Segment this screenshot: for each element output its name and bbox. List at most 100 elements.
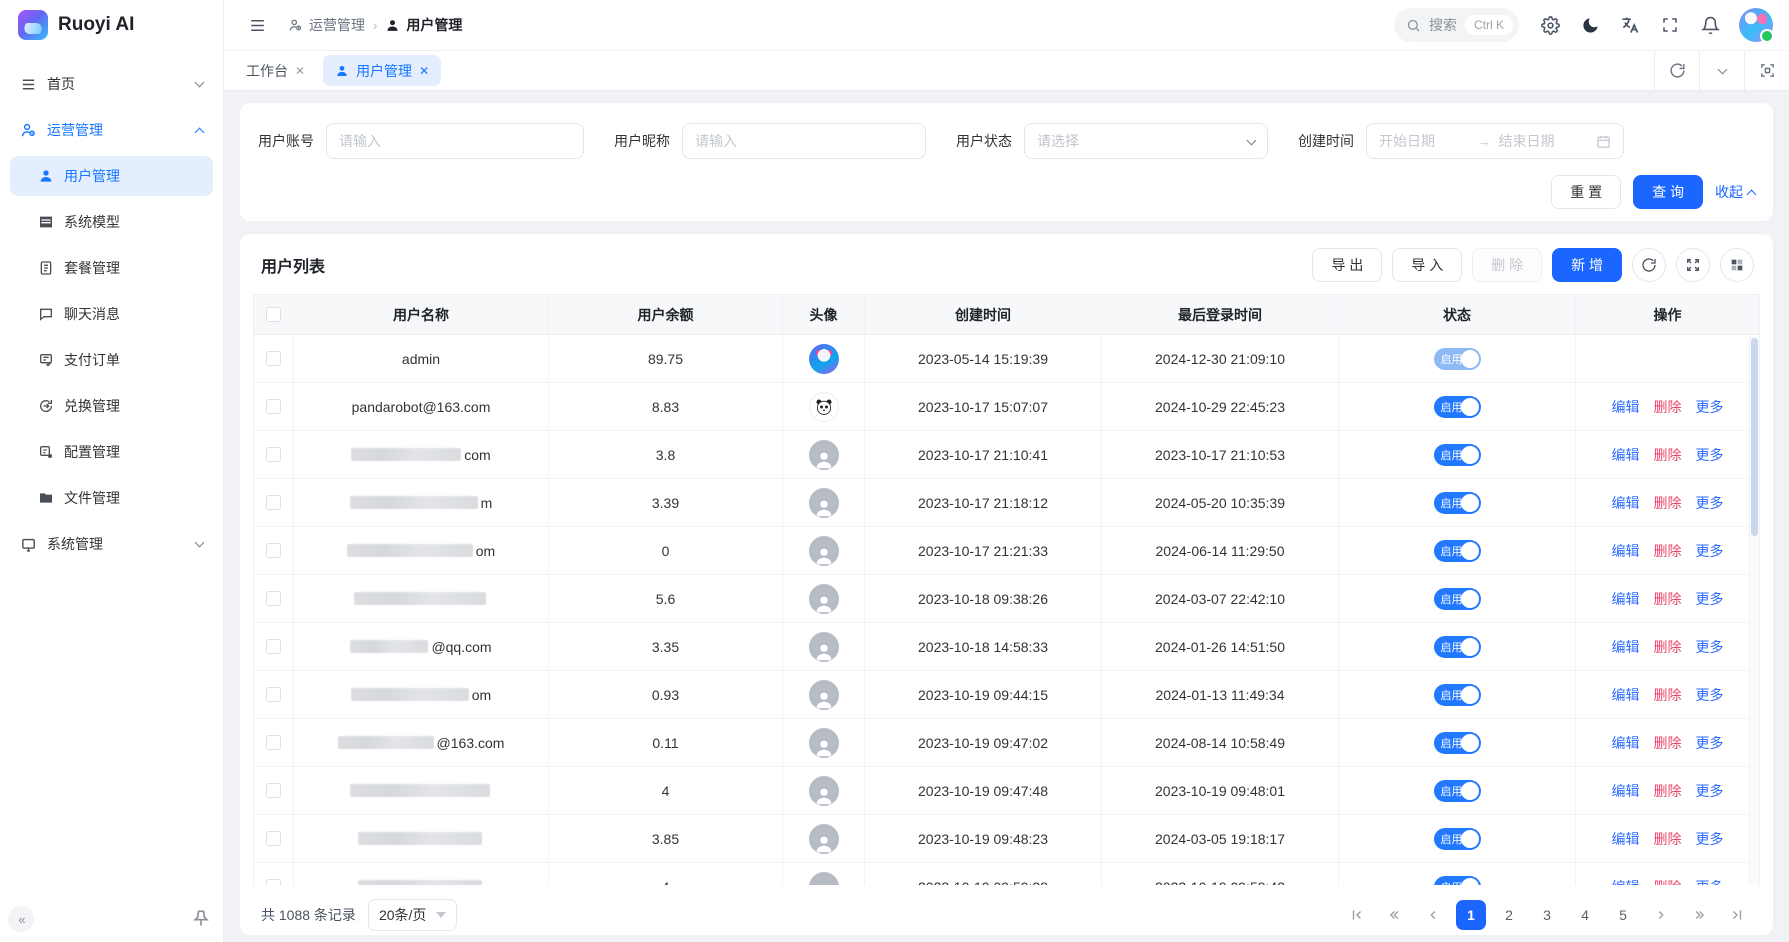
table-scrollbar[interactable] [1749, 336, 1759, 885]
more-link[interactable]: 更多 [1696, 637, 1724, 657]
delete-link[interactable]: 删除 [1654, 589, 1682, 609]
status-toggle[interactable]: 启用 [1434, 780, 1481, 802]
sidebar-subitem-3[interactable]: 聊天消息 [10, 294, 213, 334]
more-link[interactable]: 更多 [1696, 493, 1724, 513]
sidebar-subitem-2[interactable]: 套餐管理 [10, 248, 213, 288]
refresh-icon[interactable] [1632, 248, 1666, 282]
row-checkbox[interactable] [266, 399, 281, 414]
column-header[interactable]: 头像 [783, 295, 865, 334]
date-range-input[interactable]: 开始日期 → 结束日期 [1366, 123, 1624, 159]
edit-link[interactable]: 编辑 [1612, 445, 1640, 465]
prev-page-icon[interactable] [1418, 900, 1448, 930]
delete-button[interactable]: 删 除 [1472, 248, 1542, 282]
sidebar-subitem-0[interactable]: 用户管理 [10, 156, 213, 196]
delete-link[interactable]: 删除 [1654, 781, 1682, 801]
sidebar-subitem-5[interactable]: 兑换管理 [10, 386, 213, 426]
account-input[interactable] [339, 133, 571, 149]
close-icon[interactable]: ✕ [419, 64, 429, 78]
user-avatar[interactable] [1739, 8, 1773, 42]
select-all-checkbox[interactable] [266, 307, 281, 322]
page-button-5[interactable]: 5 [1608, 900, 1638, 930]
sidebar-subitem-6[interactable]: 配置管理 [10, 432, 213, 472]
more-link[interactable]: 更多 [1696, 829, 1724, 849]
status-toggle[interactable]: 启用 [1434, 348, 1481, 370]
edit-link[interactable]: 编辑 [1612, 397, 1640, 417]
more-link[interactable]: 更多 [1696, 781, 1724, 801]
more-link[interactable]: 更多 [1696, 733, 1724, 753]
tab-1[interactable]: 用户管理 ✕ [323, 55, 441, 86]
status-toggle[interactable]: 启用 [1434, 684, 1481, 706]
sidebar-item-0[interactable]: 首页 [10, 64, 213, 104]
column-header[interactable]: 最后登录时间 [1102, 295, 1339, 334]
column-settings-icon[interactable] [1720, 248, 1754, 282]
jump-back-icon[interactable] [1380, 900, 1410, 930]
status-toggle[interactable]: 启用 [1434, 396, 1481, 418]
collapse-filter-link[interactable]: 收起 [1715, 182, 1755, 202]
gear-icon[interactable] [1533, 8, 1567, 42]
first-page-icon[interactable] [1342, 900, 1372, 930]
status-toggle[interactable]: 启用 [1434, 732, 1481, 754]
page-button-2[interactable]: 2 [1494, 900, 1524, 930]
import-button[interactable]: 导 入 [1392, 248, 1462, 282]
delete-link[interactable]: 删除 [1654, 637, 1682, 657]
status-toggle[interactable]: 启用 [1434, 444, 1481, 466]
row-checkbox[interactable] [266, 591, 281, 606]
last-page-icon[interactable] [1722, 900, 1752, 930]
column-header[interactable]: 创建时间 [865, 295, 1102, 334]
edit-link[interactable]: 编辑 [1612, 877, 1640, 886]
nickname-input[interactable] [695, 133, 913, 149]
sidebar-subitem-1[interactable]: 系统模型 [10, 202, 213, 242]
edit-link[interactable]: 编辑 [1612, 637, 1640, 657]
status-toggle[interactable]: 启用 [1434, 540, 1481, 562]
bell-icon[interactable] [1693, 8, 1727, 42]
delete-link[interactable]: 删除 [1654, 397, 1682, 417]
add-button[interactable]: 新 增 [1552, 248, 1622, 282]
scrollbar-thumb[interactable] [1751, 338, 1758, 536]
search-button[interactable]: 查 询 [1633, 175, 1703, 209]
page-button-3[interactable]: 3 [1532, 900, 1562, 930]
more-link[interactable]: 更多 [1696, 541, 1724, 561]
status-toggle[interactable]: 启用 [1434, 492, 1481, 514]
jump-forward-icon[interactable] [1684, 900, 1714, 930]
row-checkbox[interactable] [266, 495, 281, 510]
reset-button[interactable]: 重 置 [1551, 175, 1621, 209]
delete-link[interactable]: 删除 [1654, 685, 1682, 705]
column-header[interactable]: 操作 [1576, 295, 1759, 334]
row-checkbox[interactable] [266, 735, 281, 750]
edit-link[interactable]: 编辑 [1612, 541, 1640, 561]
column-header[interactable]: 用户余额 [549, 295, 783, 334]
row-checkbox[interactable] [266, 543, 281, 558]
row-checkbox[interactable] [266, 687, 281, 702]
search-input[interactable]: 搜索 Ctrl K [1394, 8, 1519, 42]
edit-link[interactable]: 编辑 [1612, 733, 1640, 753]
delete-link[interactable]: 删除 [1654, 541, 1682, 561]
content-fullscreen-icon[interactable] [1744, 51, 1789, 90]
status-toggle[interactable]: 启用 [1434, 876, 1481, 886]
column-header[interactable]: 状态 [1339, 295, 1576, 334]
status-select[interactable]: 请选择 [1024, 123, 1268, 159]
delete-link[interactable]: 删除 [1654, 733, 1682, 753]
breadcrumb-item-1[interactable]: 用户管理 [385, 15, 462, 35]
tab-0[interactable]: 工作台 ✕ [234, 55, 317, 86]
more-link[interactable]: 更多 [1696, 877, 1724, 886]
more-link[interactable]: 更多 [1696, 397, 1724, 417]
delete-link[interactable]: 删除 [1654, 877, 1682, 886]
status-toggle[interactable]: 启用 [1434, 828, 1481, 850]
edit-link[interactable]: 编辑 [1612, 589, 1640, 609]
edit-link[interactable]: 编辑 [1612, 493, 1640, 513]
pin-icon[interactable] [191, 908, 211, 928]
hamburger-menu-icon[interactable] [240, 8, 274, 42]
chevron-down-icon[interactable] [1699, 51, 1744, 90]
status-toggle[interactable]: 启用 [1434, 588, 1481, 610]
row-checkbox[interactable] [266, 447, 281, 462]
sidebar-item-2[interactable]: 系统管理 [10, 524, 213, 564]
status-toggle[interactable]: 启用 [1434, 636, 1481, 658]
sidebar-subitem-7[interactable]: 文件管理 [10, 478, 213, 518]
refresh-tab-icon[interactable] [1654, 51, 1699, 90]
export-button[interactable]: 导 出 [1312, 248, 1382, 282]
page-button-1[interactable]: 1 [1456, 900, 1486, 930]
edit-link[interactable]: 编辑 [1612, 829, 1640, 849]
delete-link[interactable]: 删除 [1654, 493, 1682, 513]
edit-link[interactable]: 编辑 [1612, 781, 1640, 801]
delete-link[interactable]: 删除 [1654, 445, 1682, 465]
